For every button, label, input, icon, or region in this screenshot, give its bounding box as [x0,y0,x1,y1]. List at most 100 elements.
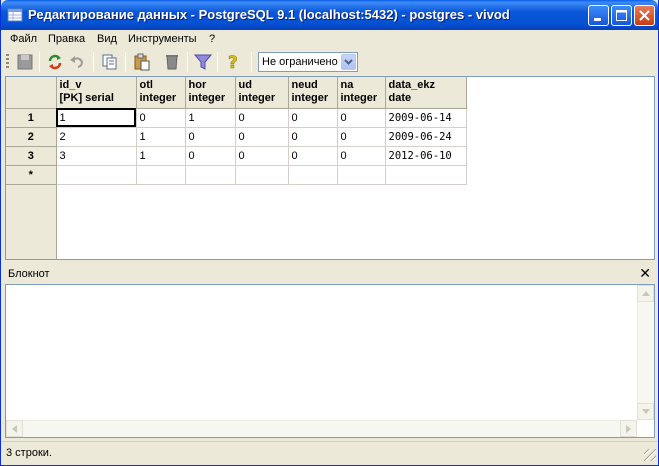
paste-icon[interactable] [132,52,152,72]
table-cell[interactable] [56,165,137,185]
table-cell[interactable]: 0 [337,146,386,166]
column-type: integer [291,92,329,104]
column-header-id-v[interactable]: id_v [PK] serial [56,77,137,109]
table-cell[interactable]: 0 [136,108,186,128]
table-cell[interactable]: 1 [136,127,186,147]
close-icon [639,10,650,21]
row-limit-select[interactable]: Не ограничено [258,52,358,72]
arrow-left-icon [12,424,17,433]
svg-text:?: ? [228,53,238,72]
new-row-marker[interactable]: * [6,165,57,185]
status-bar: 3 строки. [1,441,658,463]
chevron-down-icon [344,59,353,65]
table-cell[interactable]: 1 [185,108,236,128]
title-bar[interactable]: Редактирование данных - PostgreSQL 9.1 (… [1,0,658,30]
table-cell[interactable]: 0 [235,108,289,128]
table-row: 1 1 0 1 0 0 0 2009-06-14 [6,108,467,128]
minimize-button[interactable] [588,5,609,26]
table-cell[interactable] [385,165,467,185]
table-cell[interactable]: 0 [185,146,236,166]
column-name: otl [139,79,153,91]
arrow-right-icon [626,424,631,433]
notepad-header: Блокнот ✕ [5,265,655,283]
data-table: id_v [PK] serial otl integer hor integer ud… [6,77,467,185]
toolbar-grip[interactable] [6,54,9,70]
toolbar-separator [187,52,188,72]
table-cell[interactable]: 0 [288,108,338,128]
column-type: integer [188,92,226,104]
table-cell[interactable]: 2009-06-14 [385,108,467,128]
table-cell[interactable] [337,165,386,185]
menu-help[interactable]: ? [209,33,215,45]
table-cell[interactable]: 1 [136,146,186,166]
table-cell[interactable]: 0 [185,127,236,147]
column-name: data_ekz [388,79,435,91]
scroll-right-button[interactable] [620,420,637,437]
help-icon[interactable]: ? [224,52,244,72]
table-cell[interactable]: 1 [56,108,137,128]
menu-edit[interactable]: Правка [48,33,85,45]
menu-bar: Файл Правка Вид Инструменты ? [1,30,658,49]
maximize-icon [616,10,627,21]
grid-corner[interactable] [6,77,57,109]
arrow-down-icon [641,409,650,414]
minimize-icon [594,18,601,21]
column-header-na[interactable]: na integer [337,77,386,109]
column-header-neud[interactable]: neud integer [288,77,338,109]
menu-view[interactable]: Вид [97,33,117,45]
table-cell[interactable]: 0 [235,127,289,147]
window-title: Редактирование данных - PostgreSQL 9.1 (… [28,7,510,22]
table-cell[interactable]: 2009-06-24 [385,127,467,147]
column-name: neud [291,79,318,91]
table-cell[interactable]: 0 [337,127,386,147]
new-row: * [6,165,467,185]
notepad-textarea[interactable] [5,284,655,438]
column-name: ud [238,79,252,91]
maximize-button[interactable] [611,5,632,26]
table-cell[interactable] [136,165,186,185]
row-header[interactable]: 1 [6,108,57,128]
table-cell[interactable]: 2012-06-10 [385,146,467,166]
column-name: id_v [59,79,82,91]
undo-icon[interactable] [67,52,87,72]
toolbar: ? Не ограничено [1,49,658,75]
save-icon[interactable] [15,52,35,72]
menu-tools[interactable]: Инструменты [128,33,197,45]
copy-icon[interactable] [100,52,120,72]
table-cell[interactable]: 3 [56,146,137,166]
table-cell[interactable] [288,165,338,185]
toolbar-separator [93,52,94,72]
close-button[interactable] [634,5,655,26]
column-header-otl[interactable]: otl integer [136,77,186,109]
scroll-down-button[interactable] [637,403,654,420]
table-cell[interactable]: 0 [288,127,338,147]
row-header[interactable]: 3 [6,146,57,166]
status-text: 3 строки. [6,447,52,459]
column-header-ud[interactable]: ud integer [235,77,289,109]
menu-file[interactable]: Файл [10,33,37,45]
vertical-scrollbar[interactable] [637,285,654,420]
column-header-hor[interactable]: hor integer [185,77,236,109]
notepad-title: Блокнот [8,268,50,280]
table-cell[interactable]: 2 [56,127,137,147]
table-cell[interactable]: 0 [235,146,289,166]
table-cell[interactable] [235,165,289,185]
filter-icon[interactable] [193,52,213,72]
table-cell[interactable] [185,165,236,185]
table-cell[interactable]: 0 [288,146,338,166]
table-cell[interactable]: 0 [337,108,386,128]
database-icon [7,8,23,22]
column-header-data-ekz[interactable]: data_ekz date [385,77,467,109]
scroll-left-button[interactable] [6,420,23,437]
dropdown-button[interactable] [341,54,356,70]
row-header[interactable]: 2 [6,127,57,147]
column-type: integer [340,92,378,104]
horizontal-scrollbar[interactable] [6,420,637,437]
column-type: date [388,92,412,104]
scroll-up-button[interactable] [637,285,654,302]
notepad-close-icon[interactable]: ✕ [639,266,651,280]
delete-icon[interactable] [162,52,182,72]
resize-grip[interactable] [644,449,656,461]
data-grid: id_v [PK] serial otl integer hor integer ud… [5,76,655,260]
refresh-icon[interactable] [45,52,65,72]
